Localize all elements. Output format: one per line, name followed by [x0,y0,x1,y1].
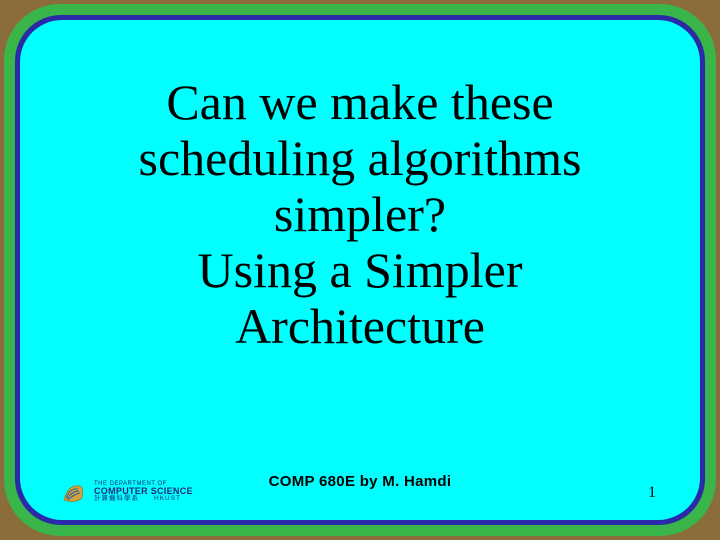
slide-footer: THE DEPARTMENT OF COMPUTER SCIENCE 計算機科學… [20,478,700,506]
slide-title: Can we make these scheduling algorithms … [139,74,582,354]
logo-emblem-icon [60,478,88,506]
slide-canvas: Can we make these scheduling algorithms … [20,20,700,520]
department-text: THE DEPARTMENT OF COMPUTER SCIENCE 計算機科學… [94,481,193,504]
slide-outer-frame: Can we make these scheduling algorithms … [4,4,716,536]
slide-border: Can we make these scheduling algorithms … [15,15,705,525]
title-line: Can we make these [139,74,582,130]
dept-subline: 計算機科學系 HKUST [94,496,193,503]
footer-course-text: COMP 680E by M. Hamdi [269,473,452,490]
title-line: simpler? [139,186,582,242]
department-logo: THE DEPARTMENT OF COMPUTER SCIENCE 計算機科學… [60,478,193,506]
page-number: 1 [648,484,656,506]
title-line: Using a Simpler [139,242,582,298]
title-line: Architecture [139,298,582,354]
title-line: scheduling algorithms [139,130,582,186]
